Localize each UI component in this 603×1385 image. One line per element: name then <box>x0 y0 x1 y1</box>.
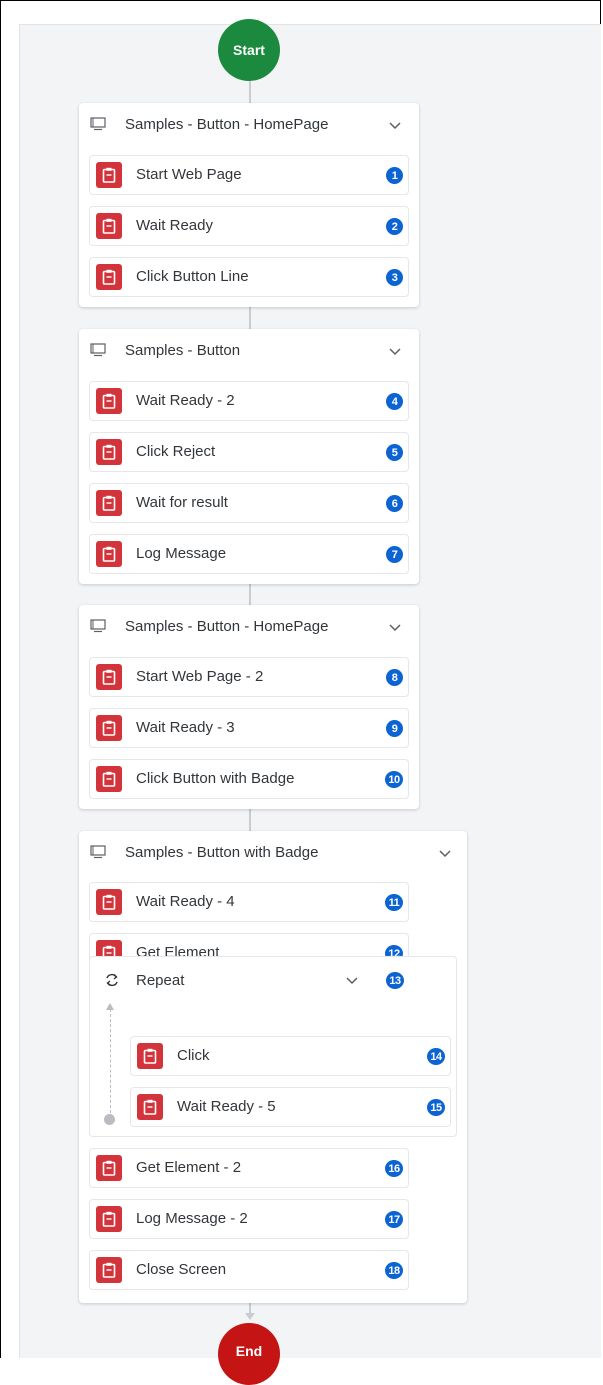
step-label: Click <box>177 1047 210 1064</box>
clipboard-icon <box>96 766 122 792</box>
step-number-badge: 4 <box>386 393 403 410</box>
clipboard-icon <box>96 162 122 188</box>
clipboard-icon <box>96 490 122 516</box>
clipboard-icon <box>96 715 122 741</box>
step-number-badge: 5 <box>386 444 403 461</box>
loop-title: Repeat <box>136 972 185 989</box>
step-number-badge: 1 <box>386 167 403 184</box>
step-number-badge: 17 <box>385 1211 403 1228</box>
step-item[interactable]: Log Message 7 <box>89 534 409 574</box>
step-label: Wait Ready - 3 <box>136 719 235 736</box>
clipboard-icon <box>96 1155 122 1181</box>
group-title: Samples - Button - HomePage <box>125 618 329 635</box>
step-number-badge: 6 <box>386 495 403 512</box>
chevron-down-icon[interactable] <box>387 619 403 635</box>
group-step[interactable]: Samples - Button - HomePage Start Web Pa… <box>79 103 419 307</box>
clipboard-icon <box>96 541 122 567</box>
step-label: Start Web Page <box>136 166 242 183</box>
step-number-badge: 8 <box>386 669 403 686</box>
screen-icon <box>90 117 106 131</box>
step-number-badge: 15 <box>427 1099 445 1116</box>
chevron-down-icon[interactable] <box>344 972 360 988</box>
step-number-badge: 2 <box>386 218 403 235</box>
step-label: Click Button Line <box>136 268 249 285</box>
step-label: Start Web Page - 2 <box>136 668 264 685</box>
start-node[interactable]: Start <box>218 19 280 81</box>
step-item[interactable]: Wait Ready - 2 4 <box>89 381 409 421</box>
group-title: Samples - Button - HomePage <box>125 116 329 133</box>
group-step[interactable]: Samples - Button - HomePage Start Web Pa… <box>79 605 419 809</box>
screen-icon <box>90 619 106 633</box>
step-number-badge: 11 <box>385 894 403 911</box>
step-label: Wait Ready - 4 <box>136 893 235 910</box>
step-label: Log Message <box>136 545 227 562</box>
step-label: Wait for result <box>136 494 228 511</box>
clipboard-icon <box>96 889 122 915</box>
step-label: Wait Ready - 5 <box>177 1098 276 1115</box>
screen-icon <box>90 343 106 357</box>
step-item[interactable]: Click Button with Badge 10 <box>89 759 409 799</box>
step-number-badge: 10 <box>385 771 403 788</box>
clipboard-icon <box>137 1094 163 1120</box>
step-item[interactable]: Wait Ready - 4 11 <box>89 882 409 922</box>
step-item[interactable]: Click Reject 5 <box>89 432 409 472</box>
group-step[interactable]: Samples - Button Wait Ready - 2 4 Click … <box>79 329 419 584</box>
clipboard-icon <box>96 1206 122 1232</box>
step-label: Get Element - 2 <box>136 1159 242 1176</box>
step-item[interactable]: Start Web Page 1 <box>89 155 409 195</box>
arrow-down-icon <box>245 1313 255 1320</box>
step-number-badge: 14 <box>427 1048 445 1065</box>
group-title: Samples - Button with Badge <box>125 844 319 861</box>
step-item[interactable]: Get Element - 2 16 <box>89 1148 409 1188</box>
clipboard-icon <box>96 264 122 290</box>
connector <box>249 808 251 832</box>
step-number-badge: 16 <box>385 1160 403 1177</box>
step-label: Click Button with Badge <box>136 770 295 787</box>
step-item[interactable]: Wait Ready - 3 9 <box>89 708 409 748</box>
clipboard-icon <box>137 1043 163 1069</box>
step-item[interactable]: Click 14 <box>130 1036 451 1076</box>
end-node[interactable]: End <box>218 1323 280 1385</box>
step-item[interactable]: Wait Ready 2 <box>89 206 409 246</box>
group-title: Samples - Button <box>125 342 241 359</box>
step-number-badge: 7 <box>386 546 403 563</box>
start-label: Start <box>233 42 265 58</box>
step-item[interactable]: Start Web Page - 2 8 <box>89 657 409 697</box>
step-label: Close Screen <box>136 1261 227 1278</box>
step-label: Wait Ready <box>136 217 213 234</box>
clipboard-icon <box>96 388 122 414</box>
chevron-down-icon[interactable] <box>387 117 403 133</box>
step-item[interactable]: Click Button Line 3 <box>89 257 409 297</box>
step-label: Wait Ready - 2 <box>136 392 235 409</box>
connector <box>249 583 251 607</box>
clipboard-icon <box>96 1257 122 1283</box>
step-number-badge: 3 <box>386 269 403 286</box>
step-item[interactable]: Log Message - 2 17 <box>89 1199 409 1239</box>
step-item[interactable]: Wait Ready - 5 15 <box>130 1087 451 1127</box>
step-number-badge: 9 <box>386 720 403 737</box>
connector <box>249 306 251 330</box>
end-label: End <box>235 1343 263 1359</box>
step-number-badge: 18 <box>385 1262 403 1279</box>
loop-end-dot <box>104 1114 115 1125</box>
clipboard-icon <box>96 664 122 690</box>
connector <box>249 80 251 104</box>
repeat-icon <box>106 973 118 987</box>
clipboard-icon <box>96 213 122 239</box>
step-label: Log Message - 2 <box>136 1210 248 1227</box>
step-label: Click Reject <box>136 443 216 460</box>
chevron-down-icon[interactable] <box>437 845 453 861</box>
chevron-down-icon[interactable] <box>387 343 403 359</box>
repeat-loop[interactable]: Repeat 13 Click 14 Wait Ready - 5 15 <box>89 956 457 1137</box>
loop-line <box>110 1009 111 1113</box>
clipboard-icon <box>96 439 122 465</box>
step-item[interactable]: Close Screen 18 <box>89 1250 409 1290</box>
step-number-badge: 13 <box>386 972 404 989</box>
screen-icon <box>90 845 106 859</box>
step-item[interactable]: Wait for result 6 <box>89 483 409 523</box>
